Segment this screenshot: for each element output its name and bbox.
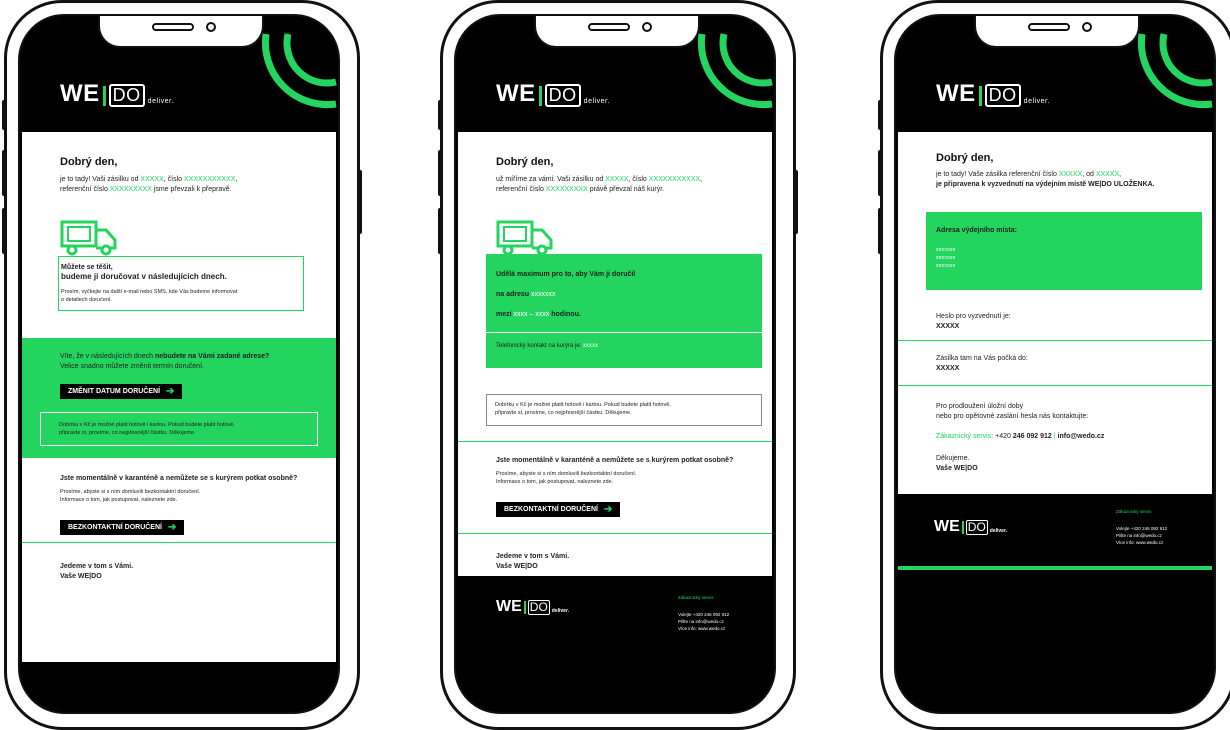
- side-button: [2, 150, 7, 196]
- wait-value: XXXXX: [936, 365, 960, 372]
- greeting: Dobrý den,: [60, 156, 118, 168]
- courier-info-box: Udělá maximum pro to, aby Vám ji doručil…: [486, 254, 762, 368]
- info-box: Můžete se těšit, budeme ji doručovat v n…: [58, 256, 304, 311]
- greeting: Dobrý den,: [936, 152, 994, 164]
- signal-arcs-icon: [261, 33, 337, 109]
- quarantine-title: Jste momentálně v karanténě a nemůžete s…: [60, 475, 298, 482]
- pickup-address: xxxxxxx xxxxxxx xxxxxxx: [936, 247, 956, 269]
- cod-note: Dobírku v Kč je možné platit hotově i ka…: [59, 422, 235, 436]
- side-button: [793, 170, 798, 234]
- divider: [458, 533, 772, 534]
- phone-notch: [974, 16, 1140, 48]
- wedo-logo: WE DO deliver.: [60, 80, 174, 107]
- courier-line-2: na adresu xxxxxxx: [496, 291, 556, 298]
- signature: Jedeme v tom s Vámi. Vaše WE|DO: [496, 553, 570, 570]
- divider: [898, 385, 1212, 386]
- extension-text: Pro prodloužení úložní doby nebo pro opět…: [936, 403, 1089, 420]
- side-button: [878, 150, 883, 196]
- phone-frame-3: WE DO deliver. Dobrý den, je to tady! Vaše…: [878, 0, 1230, 730]
- customer-service-line: Zákaznický servis: +420 246 092 912 | in…: [936, 433, 1105, 440]
- divider: [22, 542, 336, 543]
- reschedule-text: Víte, že v následujících dnech nebudete …: [60, 353, 270, 370]
- phone-frame-1: WE DO deliver. Dobrý den, je to tady! Vaši…: [2, 0, 362, 730]
- side-button: [878, 208, 883, 254]
- signal-arcs-icon: [697, 33, 773, 109]
- phone-frame-2: WE DO deliver. Dobrý den, už míříme za vám…: [438, 0, 798, 730]
- phone-screen: WE DO deliver. Dobrý den, je to tady! Vaši…: [18, 14, 340, 714]
- side-button: [2, 100, 7, 130]
- side-button: [438, 208, 443, 254]
- truck-icon: [496, 220, 553, 256]
- signal-arcs-icon: [1137, 33, 1213, 109]
- side-button: [357, 170, 362, 234]
- wedo-logo: WE DO deliver.: [936, 80, 1050, 107]
- wedo-footer-logo: WE DO deliver.: [496, 598, 570, 615]
- email-body: Dobrý den, je to tady! Vaše zásilka refe…: [898, 132, 1212, 494]
- password-value: XXXXX: [936, 323, 960, 330]
- wait-label: Zásilka tam na Vás počká do:: [936, 355, 1028, 362]
- quarantine-text: Prosíme, abyste si s ním domluvili bezko…: [496, 471, 637, 485]
- intro-text: už míříme za vámi. Vaši zásilku od XXXXX…: [496, 176, 703, 193]
- email-body: Dobrý den, už míříme za vámi. Vaši zásil…: [458, 132, 772, 576]
- email-footer: WE DO deliver. Zákaznický servis Volejte +…: [458, 576, 772, 656]
- divider: [458, 441, 772, 442]
- divider: [486, 332, 762, 333]
- greeting: Dobrý den,: [496, 156, 554, 168]
- footer-contact: Zákaznický servis Volejte +420 246 092 9…: [678, 595, 730, 631]
- password-label: Heslo pro vyzvednutí je:: [936, 313, 1011, 320]
- email-footer: WE DO deliver. Zákaznický servis Volejte +…: [898, 494, 1212, 570]
- reschedule-section: Víte, že v následujících dnech nebudete …: [22, 338, 336, 458]
- truck-icon: [60, 220, 117, 256]
- courier-line-3: mezi xxxx – xxxx hodinou.: [496, 311, 581, 318]
- contactless-button[interactable]: BEZKONTAKTNÍ DORUČENÍ ➔: [496, 502, 621, 517]
- wedo-footer-logo: WE DO deliver.: [934, 518, 1008, 535]
- quarantine-title: Jste momentálně v karanténě a nemůžete s…: [496, 457, 734, 464]
- pickup-address-title: Adresa výdejního místa:: [936, 227, 1017, 234]
- box-note: Prosím, vyčkejte na další e-mail nebo SM…: [61, 289, 238, 303]
- quarantine-text: Prosíme, abyste si s ním domluvili bezko…: [60, 489, 201, 503]
- wedo-logo: WE DO deliver.: [496, 80, 610, 107]
- box-title: budeme ji doručovat v následujících dnec…: [61, 272, 227, 281]
- side-button: [878, 100, 883, 130]
- phone-screen: WE DO deliver. Dobrý den, už míříme za vám…: [454, 14, 776, 714]
- change-date-button[interactable]: ZMĚNIT DATUM DORUČENÍ ➔: [60, 384, 183, 399]
- contactless-button[interactable]: BEZKONTAKTNÍ DORUČENÍ ➔: [60, 520, 185, 535]
- pickup-address-box: Adresa výdejního místa: xxxxxxx xxxxxxx xx…: [926, 212, 1202, 290]
- intro-text: je to tady! Vaši zásilku od XXXXX, číslo…: [60, 176, 238, 193]
- phone-notch: [98, 16, 264, 48]
- side-button: [438, 150, 443, 196]
- courier-phone: Telefonický kontakt na kurýra je: xxxxx: [496, 343, 599, 349]
- signature: Jedeme v tom s Vámi. Vaše WE|DO: [60, 563, 134, 580]
- signature: Děkujeme. Vaše WE|DO: [936, 455, 978, 472]
- side-button: [438, 100, 443, 130]
- intro-text: je to tady! Vaše zásilka referenční čísl…: [936, 171, 1155, 188]
- email-link[interactable]: info@wedo.cz: [1058, 433, 1105, 440]
- side-button: [2, 208, 7, 254]
- email-body: Dobrý den, je to tady! Vaši zásilku od X…: [22, 132, 336, 542]
- cod-note-box: Dobírku v Kč je možné platit hotově i ka…: [486, 394, 762, 426]
- cod-note: Dobírku v Kč je možné platit hotově i ka…: [495, 402, 671, 416]
- signature-section: Jedeme v tom s Vámi. Vaše WE|DO: [22, 542, 336, 662]
- divider: [898, 340, 1212, 341]
- phone-screen: WE DO deliver. Dobrý den, je to tady! Vaše…: [894, 14, 1216, 714]
- cod-note-box: Dobírku v Kč je možné platit hotově i ka…: [40, 412, 318, 446]
- courier-line-1: Udělá maximum pro to, aby Vám ji doručil: [496, 271, 636, 278]
- footer-contact: Zákaznický servis Volejte +420 246 092 9…: [1116, 509, 1168, 545]
- phone-notch: [534, 16, 700, 48]
